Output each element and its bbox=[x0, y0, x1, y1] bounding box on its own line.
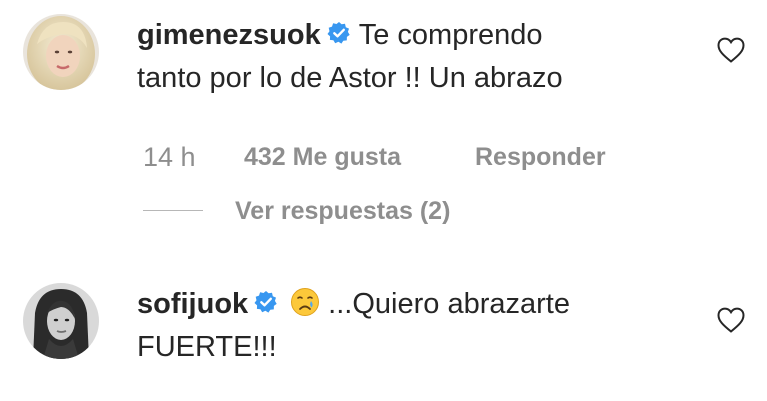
reply-button[interactable]: Responder bbox=[475, 142, 606, 172]
heart-outline-icon[interactable] bbox=[716, 306, 746, 334]
heart-outline-icon[interactable] bbox=[716, 36, 746, 64]
comment-meta: 14 h 432 Me gusta Responder bbox=[0, 142, 767, 174]
comment-text-line2: FUERTE!!! bbox=[137, 331, 277, 363]
avatar[interactable] bbox=[23, 283, 99, 359]
replies-divider bbox=[143, 210, 203, 211]
verified-badge-icon bbox=[327, 22, 350, 44]
comment-text: sofijuok ...Quiero abrazarte FUERTE!!! bbox=[137, 283, 717, 369]
avatar[interactable] bbox=[23, 14, 99, 90]
comment-username[interactable]: gimenezsuok bbox=[137, 19, 321, 51]
comment-likes[interactable]: 432 Me gusta bbox=[244, 142, 401, 172]
view-replies-button[interactable]: Ver respuestas (2) bbox=[235, 196, 450, 226]
comment-text: gimenezsuok Te comprendo tanto por lo de… bbox=[137, 14, 717, 100]
crying-face-icon bbox=[291, 288, 320, 317]
comment-text-line1: ...Quiero abrazarte bbox=[328, 288, 570, 320]
comment-item: sofijuok ...Quiero abrazarte FUERTE!!! bbox=[0, 270, 767, 401]
comment-text-line1: Te comprendo bbox=[358, 19, 543, 51]
comment-time: 14 h bbox=[143, 142, 196, 172]
verified-badge-icon bbox=[254, 291, 277, 313]
comment-username[interactable]: sofijuok bbox=[137, 288, 248, 320]
comment-text-line2: tanto por lo de Astor !! Un abrazo bbox=[137, 62, 563, 94]
comment-item: gimenezsuok Te comprendo tanto por lo de… bbox=[0, 0, 767, 260]
